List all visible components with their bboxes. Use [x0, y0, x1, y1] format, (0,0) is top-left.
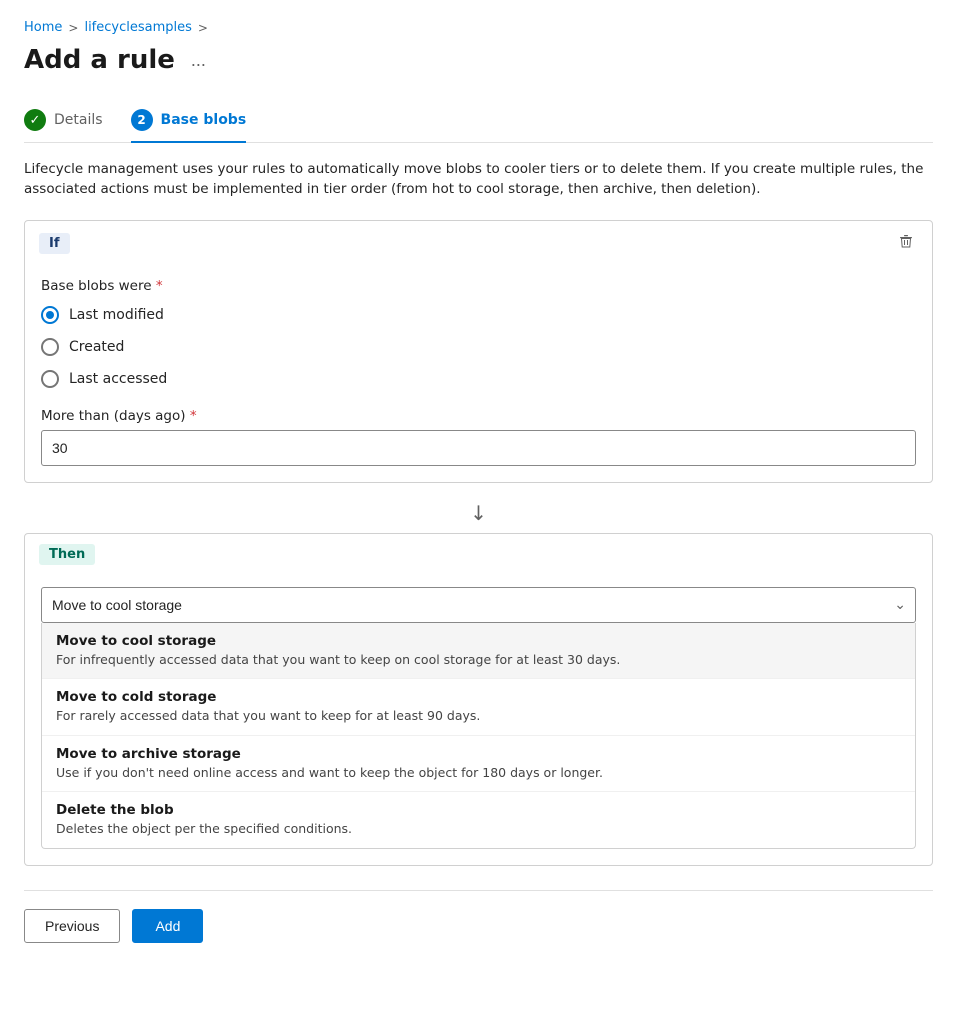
dropdown-option-cold-title: Move to cold storage	[56, 689, 901, 705]
radio-group: Last modified Created Last accessed	[41, 306, 916, 388]
dropdown-option-cold-desc: For rarely accessed data that you want t…	[56, 707, 901, 725]
radio-last-modified[interactable]: Last modified	[41, 306, 916, 324]
footer-bar: Previous Add	[24, 890, 933, 949]
if-section-card: If Base blobs were * Last modified Creat…	[24, 220, 933, 483]
action-dropdown[interactable]: Move to cool storage Move to cold storag…	[41, 587, 916, 623]
breadcrumb-sep1: >	[68, 21, 78, 35]
breadcrumb-home[interactable]: Home	[24, 20, 62, 35]
arrow-down: ↓	[24, 493, 933, 533]
then-section-body: Move to cool storage Move to cold storag…	[25, 575, 932, 865]
tab-details-label: Details	[54, 112, 103, 128]
add-button[interactable]: Add	[132, 909, 203, 943]
breadcrumb-lifecycle[interactable]: lifecyclesamples	[84, 20, 191, 35]
radio-created[interactable]: Created	[41, 338, 916, 356]
dropdown-menu: Move to cool storage For infrequently ac…	[41, 623, 916, 849]
radio-last-accessed-circle	[41, 370, 59, 388]
if-section-header: If	[25, 221, 932, 266]
dropdown-option-delete-desc: Deletes the object per the specified con…	[56, 820, 901, 838]
dropdown-option-cool-title: Move to cool storage	[56, 633, 901, 649]
breadcrumb: Home > lifecyclesamples >	[24, 20, 933, 35]
if-label: If	[39, 233, 70, 254]
days-ago-input[interactable]	[41, 430, 916, 466]
ellipsis-button[interactable]: ...	[185, 48, 212, 73]
dropdown-option-delete-title: Delete the blob	[56, 802, 901, 818]
radio-last-accessed-label: Last accessed	[69, 371, 167, 387]
more-than-label: More than (days ago) *	[41, 408, 916, 424]
action-dropdown-container: Move to cool storage Move to cold storag…	[41, 587, 916, 623]
dropdown-option-archive-title: Move to archive storage	[56, 746, 901, 762]
previous-button[interactable]: Previous	[24, 909, 120, 943]
radio-last-modified-label: Last modified	[69, 307, 164, 323]
dropdown-option-cool[interactable]: Move to cool storage For infrequently ac…	[42, 623, 915, 679]
dropdown-option-cool-desc: For infrequently accessed data that you …	[56, 651, 901, 669]
tab-base-blobs-num: 2	[131, 109, 153, 131]
dropdown-option-delete[interactable]: Delete the blob Deletes the object per t…	[42, 791, 915, 848]
page-title-row: Add a rule ...	[24, 45, 933, 75]
then-section-header: Then	[25, 534, 932, 575]
radio-last-modified-circle	[41, 306, 59, 324]
radio-created-label: Created	[69, 339, 124, 355]
page-title: Add a rule	[24, 45, 175, 75]
if-delete-button[interactable]	[894, 231, 918, 256]
base-blobs-were-label: Base blobs were *	[41, 278, 916, 294]
if-section-body: Base blobs were * Last modified Created …	[25, 266, 932, 482]
tab-base-blobs-label: Base blobs	[161, 112, 247, 128]
breadcrumb-sep2: >	[198, 21, 208, 35]
dropdown-option-archive[interactable]: Move to archive storage Use if you don't…	[42, 735, 915, 792]
tabs-row: ✓ Details 2 Base blobs	[24, 99, 933, 143]
tab-details-check-icon: ✓	[24, 109, 46, 131]
radio-last-accessed[interactable]: Last accessed	[41, 370, 916, 388]
radio-created-circle	[41, 338, 59, 356]
then-section-card: Then Move to cool storage Move to cold s…	[24, 533, 933, 866]
description-text: Lifecycle management uses your rules to …	[24, 159, 924, 200]
then-label: Then	[39, 544, 95, 565]
tab-base-blobs[interactable]: 2 Base blobs	[131, 99, 247, 143]
dropdown-option-archive-desc: Use if you don't need online access and …	[56, 764, 901, 782]
dropdown-option-cold[interactable]: Move to cold storage For rarely accessed…	[42, 678, 915, 735]
tab-details[interactable]: ✓ Details	[24, 99, 103, 143]
